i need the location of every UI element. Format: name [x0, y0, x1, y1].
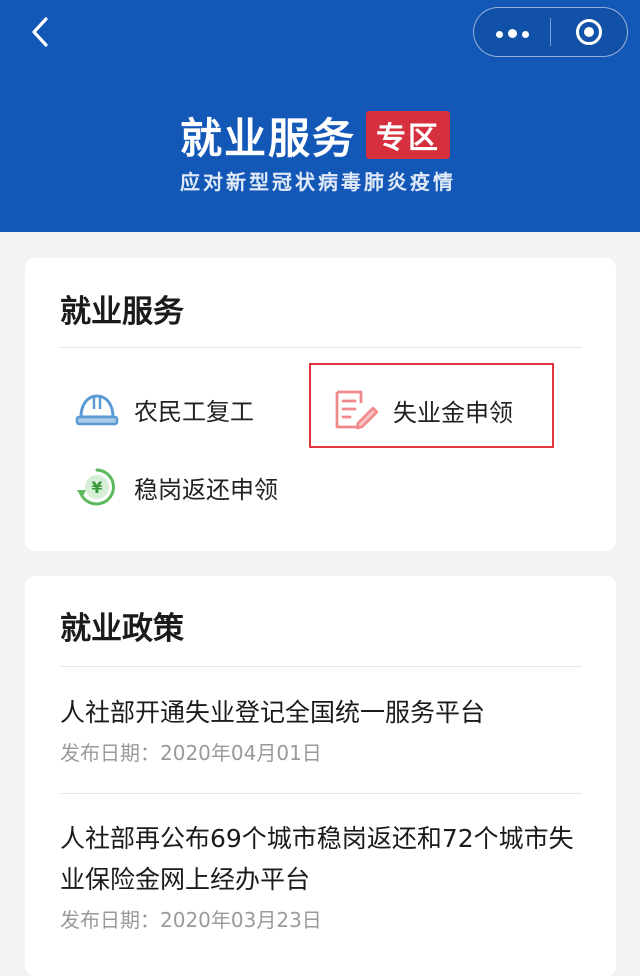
- yuan-refund-icon: ¥: [77, 468, 115, 506]
- header-banner: 就业服务 专区 应对新型冠状病毒肺炎疫情: [0, 0, 640, 232]
- services-divider: [60, 347, 582, 348]
- news-divider: [60, 793, 582, 794]
- mini-program-capsule: [473, 7, 628, 57]
- more-dots-icon: [493, 23, 531, 42]
- more-button[interactable]: [474, 8, 550, 56]
- services-title: 就业服务: [60, 294, 184, 330]
- news-item[interactable]: 人社部再公布69个城市稳岗返还和72个城市失业保险金网上经办平台 发布日期：20…: [60, 818, 590, 933]
- service-label: 农民工复工: [134, 397, 254, 426]
- banner-title-text: 就业服务: [180, 113, 357, 163]
- news-title: 人社部再公布69个城市稳岗返还和72个城市失业保险金网上经办平台: [60, 824, 574, 894]
- hard-hat-icon: [75, 394, 119, 426]
- service-label: 稳岗返还申领: [134, 475, 278, 504]
- service-item-migrant-worker[interactable]: 农民工复工: [74, 389, 254, 429]
- news-title: 人社部开通失业登记全国统一服务平台: [60, 698, 486, 727]
- policies-divider: [60, 666, 582, 667]
- service-item-job-stabilization-refund[interactable]: ¥ 稳岗返还申领: [74, 466, 278, 508]
- news-date: 发布日期：2020年04月01日: [60, 741, 322, 765]
- back-button[interactable]: [22, 14, 58, 50]
- policies-title: 就业政策: [60, 611, 184, 647]
- form-edit-icon: [335, 390, 379, 430]
- service-item-unemployment-benefit[interactable]: 失业金申领: [333, 389, 513, 431]
- close-button[interactable]: [551, 8, 627, 56]
- back-chevron-icon: [32, 17, 48, 47]
- svg-text:¥: ¥: [91, 478, 102, 497]
- news-date: 发布日期：2020年03月23日: [60, 908, 322, 932]
- banner-tag: 专区: [366, 111, 451, 159]
- news-item[interactable]: 人社部开通失业登记全国统一服务平台 发布日期：2020年04月01日: [60, 692, 590, 766]
- banner-title: 就业服务 专区: [180, 108, 451, 163]
- banner-subtitle: 应对新型冠状病毒肺炎疫情: [180, 170, 456, 194]
- close-target-icon: [576, 19, 602, 45]
- service-label: 失业金申领: [393, 398, 513, 427]
